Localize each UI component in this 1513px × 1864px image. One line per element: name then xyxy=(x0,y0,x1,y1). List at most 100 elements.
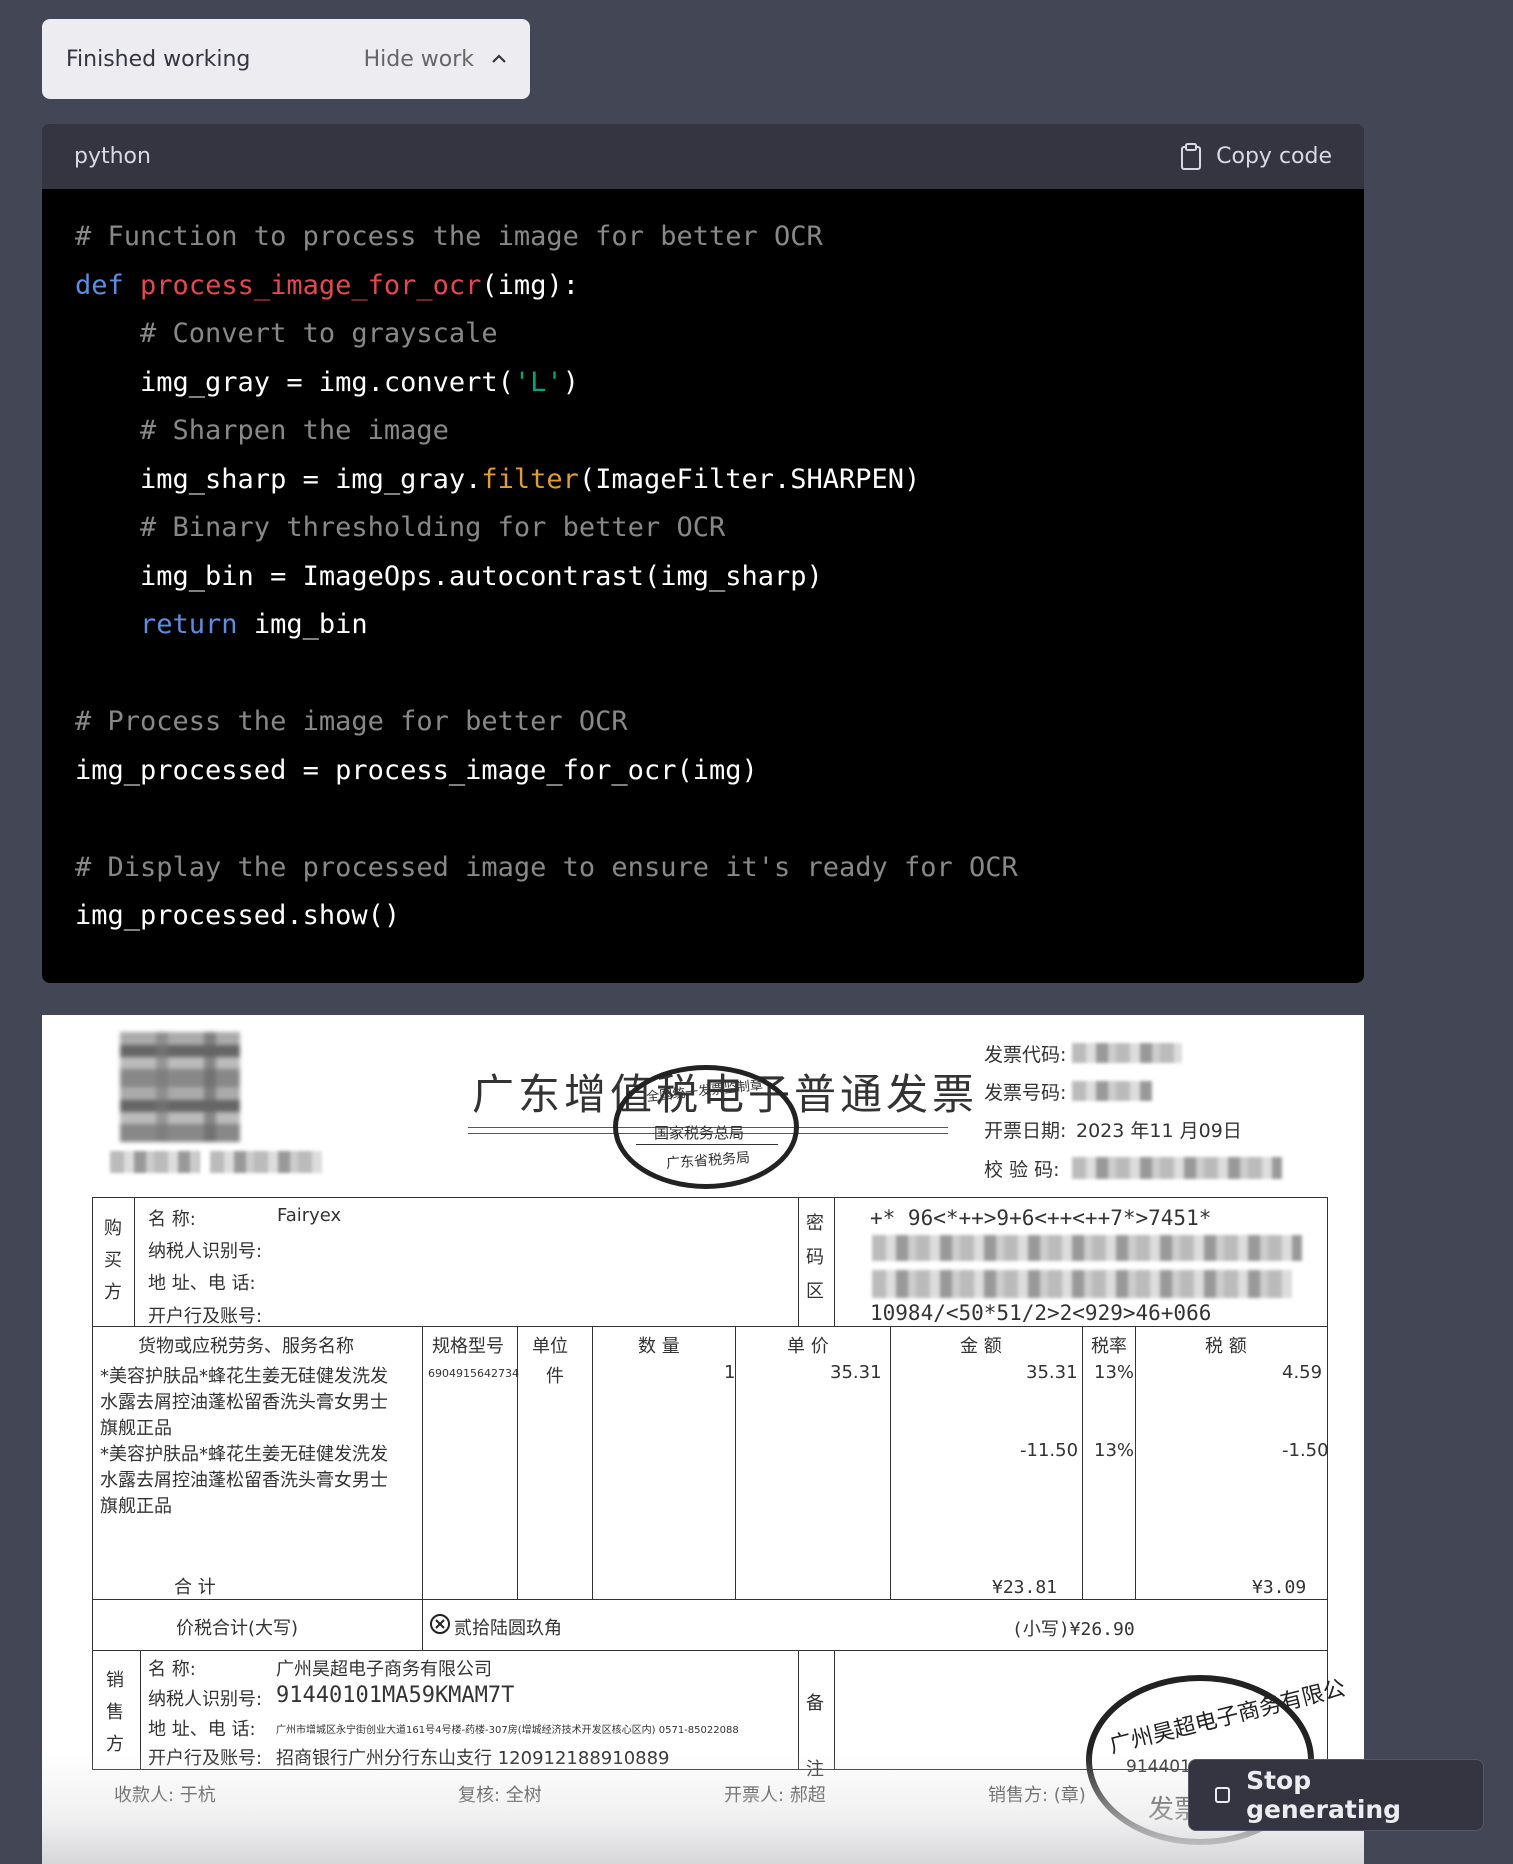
seller-side-label: 销售方 xyxy=(106,1670,124,1755)
col-line xyxy=(592,1326,593,1599)
tax-bureau-stamp: 全国统一发票监制章 国家税务总局 广东省税务局 xyxy=(613,1065,799,1189)
row-line xyxy=(92,1599,1328,1600)
item-name: 水露去屑控油蓬松留香洗头膏女男士 xyxy=(100,1470,388,1491)
redacted-area xyxy=(110,1151,200,1173)
code-language: python xyxy=(74,144,151,169)
cipher-line: +* 96<*++>9+6<++<++7*>7451* xyxy=(870,1206,1212,1230)
item-unit: 件 xyxy=(546,1366,564,1387)
item-name: 旗舰正品 xyxy=(100,1496,172,1517)
buyer-bank-label: 开户行及账号: xyxy=(148,1306,263,1327)
stop-icon xyxy=(1215,1787,1231,1803)
redacted-area xyxy=(872,1235,1302,1261)
buyer-side-label: 购买方 xyxy=(104,1218,122,1303)
reviewer: 复核: 全树 xyxy=(458,1785,542,1806)
code-line: # Function to process the image for bett… xyxy=(75,221,823,252)
buyer-name-label: 名 称: xyxy=(148,1209,196,1230)
code-line: # Sharpen the image xyxy=(75,415,449,446)
code-line: img_bin = ImageOps.autocontrast(img_shar… xyxy=(75,560,823,592)
item-amount: -11.50 xyxy=(1020,1440,1079,1461)
invoice-date: 2023 年11 月09日 xyxy=(1076,1120,1242,1142)
col-line xyxy=(834,1650,835,1770)
header-item: 货物或应税劳务、服务名称 xyxy=(138,1336,354,1357)
item-amount: 35.31 xyxy=(1026,1362,1078,1383)
copy-code-label: Copy code xyxy=(1216,144,1332,169)
seller-name: 广州昊超电子商务有限公司 xyxy=(276,1659,492,1680)
payee: 收款人: 于杭 xyxy=(114,1785,216,1806)
invoice-number-label: 发票号码: xyxy=(984,1082,1067,1104)
check-code-label: 校 验 码: xyxy=(984,1159,1060,1181)
invoice-date-label: 开票日期: xyxy=(984,1120,1067,1142)
code-line: # Binary thresholding for better OCR xyxy=(75,512,726,543)
header-amount: 金 额 xyxy=(960,1336,1002,1357)
header-qty: 数 量 xyxy=(638,1336,680,1357)
total-amount: ¥23.81 xyxy=(992,1577,1058,1598)
stop-generating-button[interactable]: Stop generating xyxy=(1188,1759,1484,1831)
header-spec: 规格型号 xyxy=(432,1336,504,1357)
seller-address-label: 地 址、电 话: xyxy=(148,1719,256,1740)
work-status-chip: Finished working Hide work xyxy=(42,19,530,99)
hide-work-label: Hide work xyxy=(363,46,474,72)
col-line xyxy=(140,1650,141,1770)
hide-work-toggle[interactable]: Hide work xyxy=(364,47,506,72)
item-qty: 1 xyxy=(724,1362,736,1383)
col-line xyxy=(422,1326,423,1599)
code-line: return img_bin xyxy=(140,609,368,640)
header-tax: 税 额 xyxy=(1205,1336,1247,1357)
grand-total-small: (小写)¥26.90 xyxy=(1012,1619,1135,1640)
col-line xyxy=(134,1197,135,1326)
copy-code-button[interactable]: Copy code xyxy=(1180,142,1332,171)
cipher-side-label: 密码区 xyxy=(806,1213,824,1302)
stamp-bottom-text: 广东省税务局 xyxy=(665,1150,751,1172)
item-name: *美容护肤品*蜂花生姜无硅健发洗发 xyxy=(100,1366,388,1387)
stop-generating-label: Stop generating xyxy=(1246,1766,1402,1824)
seller-address: 广州市增城区永宁街创业大道161号4号楼-药楼-307房(增城经济技术开发区核心… xyxy=(276,1725,739,1736)
buyer-name: Fairyex xyxy=(277,1205,342,1226)
seller-name-label: 名 称: xyxy=(148,1659,196,1680)
seller-bank-label: 开户行及账号: xyxy=(148,1748,263,1769)
col-line xyxy=(834,1197,835,1326)
stamp-divider xyxy=(636,1144,778,1145)
issuer: 开票人: 郝超 xyxy=(724,1785,826,1806)
code-line: img_processed.show() xyxy=(75,900,401,931)
circle-x-icon xyxy=(430,1614,450,1634)
col-line xyxy=(1082,1326,1083,1599)
grand-total-words: 贰拾陆圆玖角 xyxy=(454,1618,562,1639)
item-rate: 13% xyxy=(1094,1362,1135,1383)
status-label: Finished working xyxy=(66,46,251,72)
cipher-line: 10984/<50*51/2>2<929>46+066 xyxy=(870,1301,1212,1325)
qr-code-blurred xyxy=(120,1032,240,1142)
code-line: img_sharp = img_gray.filter(ImageFilter.… xyxy=(75,463,921,495)
invoice-image: 广东增值税电子普通发票 全国统一发票监制章 国家税务总局 广东省税务局 发票代码… xyxy=(42,1015,1364,1864)
grand-total-label: 价税合计(大写) xyxy=(176,1618,299,1639)
row-line xyxy=(92,1650,1328,1651)
seller-bank: 招商银行广州分行东山支行 120912188910889 xyxy=(276,1748,670,1769)
buyer-taxid-label: 纳税人识别号: xyxy=(148,1241,263,1262)
seller-taxid: 91440101MA59KMAM7T xyxy=(276,1683,515,1708)
code-line: img_processed = process_image_for_ocr(im… xyxy=(75,754,758,786)
item-tax: 4.59 xyxy=(1282,1362,1323,1383)
buyer-address-label: 地 址、电 话: xyxy=(148,1273,256,1294)
header-price: 单 价 xyxy=(787,1336,829,1357)
stamp-top-text: 全国统一发票监制章 xyxy=(645,1077,764,1106)
header-rate: 税率 xyxy=(1091,1336,1127,1357)
col-line xyxy=(798,1650,799,1770)
seller-taxid-label: 纳税人识别号: xyxy=(148,1689,263,1710)
code-line: # Convert to grayscale xyxy=(75,318,498,349)
redacted-area xyxy=(872,1270,1292,1298)
redacted-area xyxy=(1072,1081,1152,1101)
item-name: 水露去屑控油蓬松留香洗头膏女男士 xyxy=(100,1392,388,1413)
stamp-mid-text: 国家税务总局 xyxy=(654,1124,745,1142)
code-line: def process_image_for_ocr(img): xyxy=(75,269,579,301)
code-line: # Display the processed image to ensure … xyxy=(75,851,1018,883)
chevron-up-icon xyxy=(492,54,506,63)
row-line xyxy=(92,1326,1328,1327)
item-spec: 6904915642734 xyxy=(428,1367,519,1380)
code-line: img_gray = img.convert('L') xyxy=(75,366,579,398)
redacted-area xyxy=(210,1151,322,1173)
col-line xyxy=(798,1197,799,1326)
item-tax: -1.50 xyxy=(1282,1440,1329,1461)
header-unit: 单位 xyxy=(532,1336,568,1357)
code-block: python Copy code # Function to process t… xyxy=(42,124,1364,983)
invoice-code-label: 发票代码: xyxy=(984,1044,1067,1066)
total-label: 合 计 xyxy=(174,1577,216,1598)
